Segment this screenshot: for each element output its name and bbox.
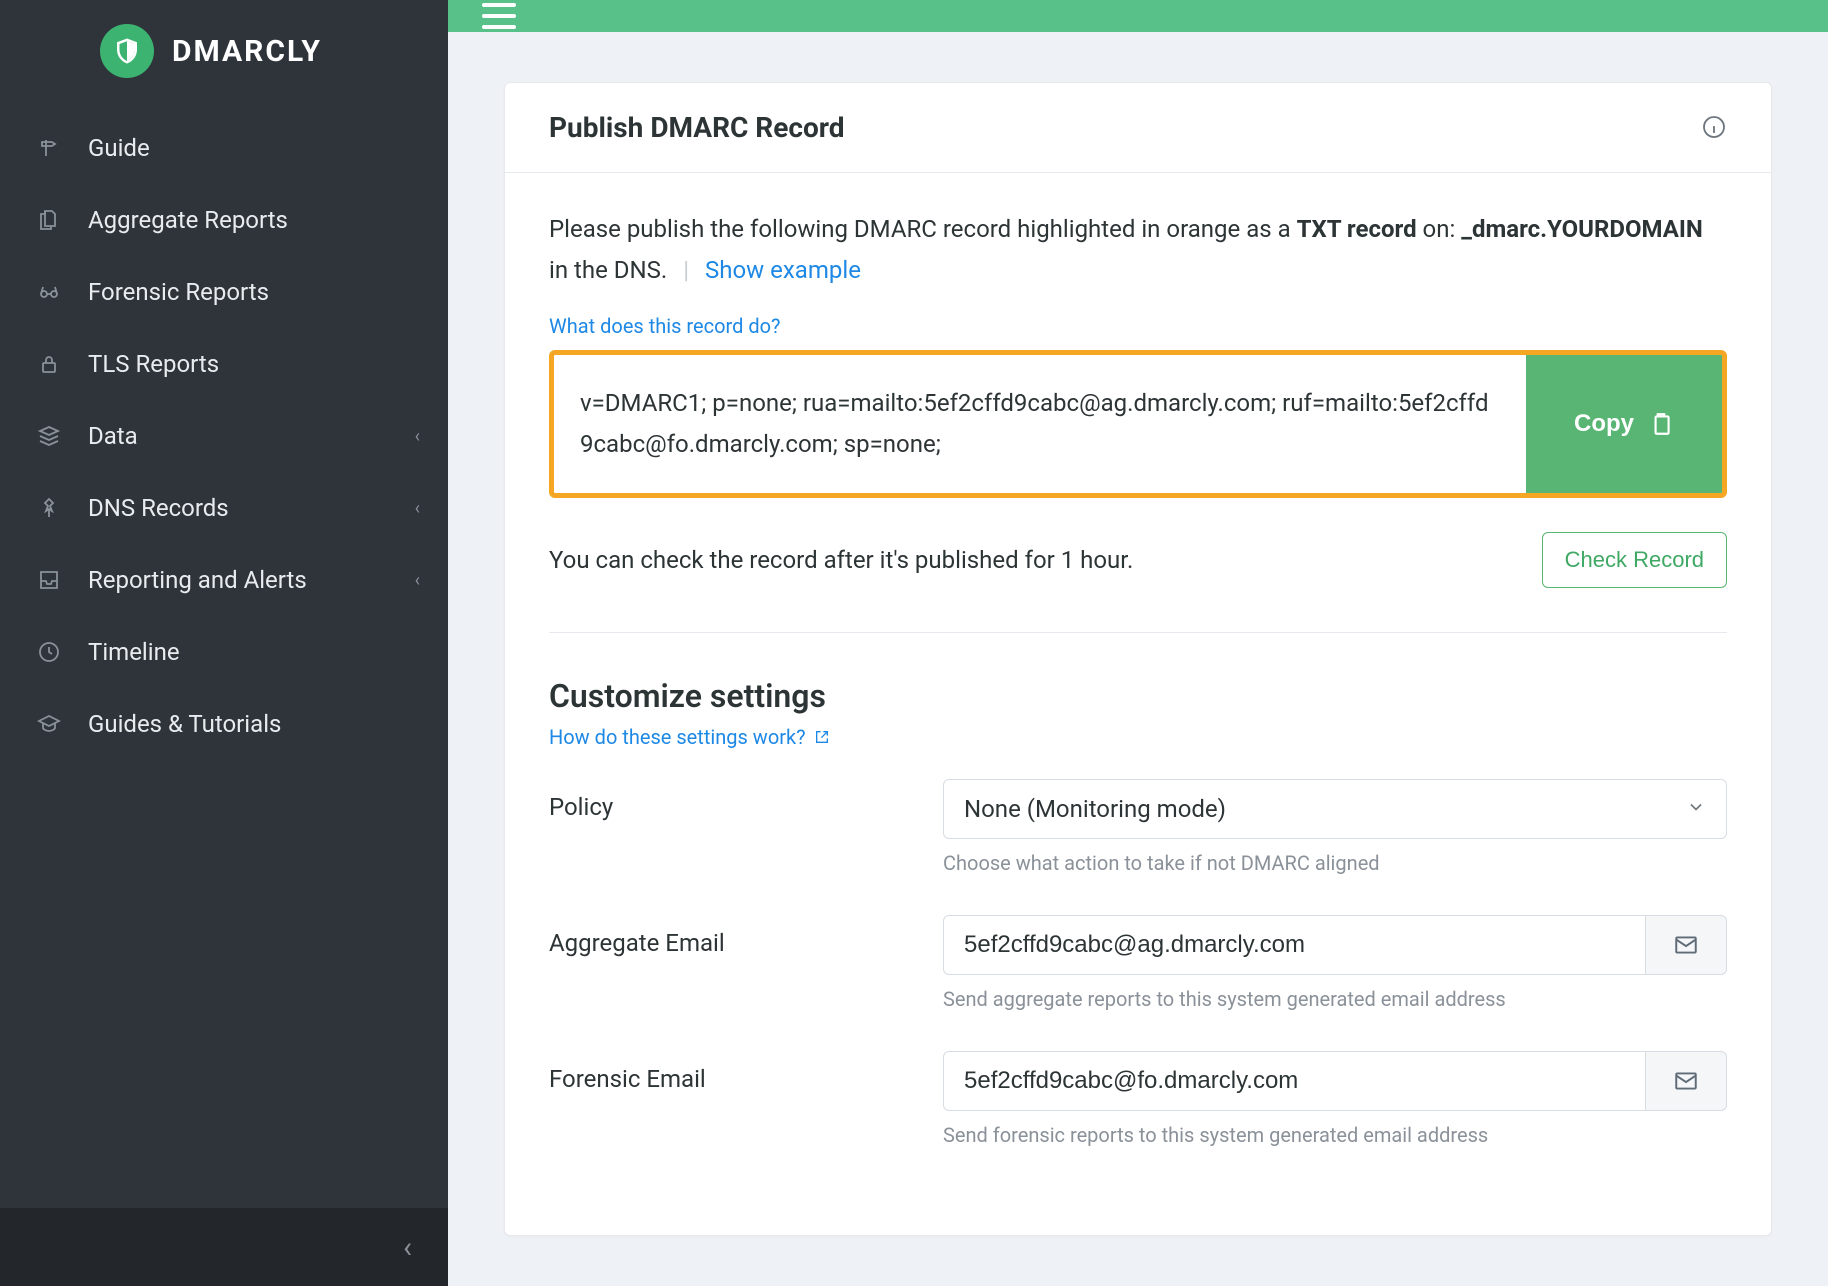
forensic-email-input[interactable]: [943, 1051, 1645, 1111]
external-link-icon: [814, 729, 830, 745]
dmarc-record-value: v=DMARC1; p=none; rua=mailto:5ef2cffd9ca…: [554, 355, 1526, 493]
chevron-left-icon: ‹: [403, 1230, 412, 1265]
sidebar-collapse-button[interactable]: ‹: [0, 1208, 448, 1286]
publish-dmarc-card: Publish DMARC Record Please publish the …: [504, 82, 1772, 1236]
chevron-down-icon: [1686, 795, 1706, 823]
aggregate-email-label: Aggregate Email: [549, 915, 919, 957]
sidebar-item-dns-records[interactable]: DNS Records ‹: [0, 472, 448, 544]
menu-toggle-icon[interactable]: [482, 3, 516, 29]
sidebar-item-tls-reports[interactable]: TLS Reports: [0, 328, 448, 400]
sidebar-item-guides-tutorials[interactable]: Guides & Tutorials: [0, 688, 448, 760]
dmarc-record-box: v=DMARC1; p=none; rua=mailto:5ef2cffd9ca…: [549, 350, 1727, 498]
brand-name: DMARCLY: [172, 34, 322, 69]
envelope-icon: [1645, 915, 1727, 975]
forensic-email-help: Send forensic reports to this system gen…: [943, 1123, 1727, 1147]
glasses-icon: [36, 279, 62, 305]
clipboard-icon: [1648, 411, 1674, 437]
card-title: Publish DMARC Record: [549, 111, 845, 144]
sidebar-item-data[interactable]: Data ‹: [0, 400, 448, 472]
sidebar-item-reporting-alerts[interactable]: Reporting and Alerts ‹: [0, 544, 448, 616]
intro-text: Please publish the following DMARC recor…: [549, 209, 1727, 291]
info-icon[interactable]: [1701, 114, 1727, 140]
sidebar-item-label: Aggregate Reports: [88, 206, 288, 234]
layers-icon: [36, 423, 62, 449]
chevron-left-icon: ‹: [415, 426, 420, 447]
inbox-icon: [36, 567, 62, 593]
divider: [549, 632, 1727, 633]
sidebar-item-label: DNS Records: [88, 494, 229, 522]
policy-row: Policy None (Monitoring mode) Choose wha…: [549, 779, 1727, 875]
clock-icon: [36, 639, 62, 665]
brand-logo[interactable]: DMARCLY: [0, 0, 448, 102]
shield-icon: [100, 24, 154, 78]
what-does-record-do-link[interactable]: What does this record do?: [549, 314, 780, 338]
sidebar-nav: Guide Aggregate Reports Forensic Reports…: [0, 102, 448, 760]
show-example-link[interactable]: Show example: [705, 256, 861, 284]
chevron-left-icon: ‹: [415, 570, 420, 591]
aggregate-email-row: Aggregate Email Send aggregate reports t…: [549, 915, 1727, 1011]
forensic-email-row: Forensic Email Send forensic reports to …: [549, 1051, 1727, 1147]
sidebar-item-label: Forensic Reports: [88, 278, 269, 306]
lock-icon: [36, 351, 62, 377]
sidebar-item-label: Guide: [88, 134, 150, 162]
envelope-icon: [1645, 1051, 1727, 1111]
separator: |: [673, 256, 699, 284]
sidebar: DMARCLY Guide Aggregate Reports Forensic…: [0, 0, 448, 1286]
sidebar-item-label: Guides & Tutorials: [88, 710, 281, 738]
sidebar-item-aggregate-reports[interactable]: Aggregate Reports: [0, 184, 448, 256]
check-info-text: You can check the record after it's publ…: [549, 546, 1133, 574]
copy-button[interactable]: Copy: [1526, 355, 1722, 493]
main-area: Publish DMARC Record Please publish the …: [448, 0, 1828, 1286]
aggregate-email-input[interactable]: [943, 915, 1645, 975]
sidebar-item-label: Timeline: [88, 638, 180, 666]
graduation-icon: [36, 711, 62, 737]
policy-help: Choose what action to take if not DMARC …: [943, 851, 1727, 875]
sidebar-item-forensic-reports[interactable]: Forensic Reports: [0, 256, 448, 328]
chevron-left-icon: ‹: [415, 498, 420, 519]
sidebar-item-label: TLS Reports: [88, 350, 219, 378]
sidebar-item-label: Reporting and Alerts: [88, 566, 307, 594]
forensic-email-label: Forensic Email: [549, 1051, 919, 1093]
policy-select[interactable]: None (Monitoring mode): [943, 779, 1727, 839]
how-settings-work-link[interactable]: How do these settings work?: [549, 725, 806, 749]
customize-title: Customize settings: [549, 677, 1727, 715]
sidebar-item-guide[interactable]: Guide: [0, 112, 448, 184]
aggregate-email-help: Send aggregate reports to this system ge…: [943, 987, 1727, 1011]
sidebar-item-timeline[interactable]: Timeline: [0, 616, 448, 688]
pin-icon: [36, 495, 62, 521]
topbar: [448, 0, 1828, 32]
policy-label: Policy: [549, 779, 919, 821]
sidebar-item-label: Data: [88, 422, 138, 450]
check-record-button[interactable]: Check Record: [1542, 532, 1727, 588]
files-icon: [36, 207, 62, 233]
signpost-icon: [36, 135, 62, 161]
